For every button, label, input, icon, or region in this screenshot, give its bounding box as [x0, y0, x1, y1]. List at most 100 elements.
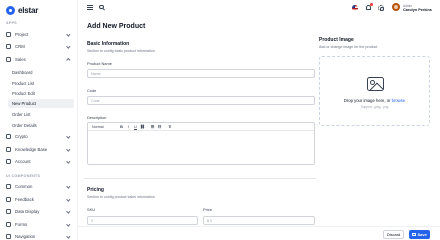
sidebar-subitem-order-details[interactable]: Order Details: [8, 121, 74, 130]
link-icon[interactable]: ⛓: [139, 124, 146, 129]
editor-toolbar: Normal B I U ⛓ ☰ ☷ T̸: [88, 123, 314, 131]
product-name-label: Product Name: [87, 61, 112, 66]
basic-info-title: Basic Information: [87, 41, 130, 47]
forms-icon: [6, 222, 11, 227]
price-input[interactable]: $ 0: [203, 216, 315, 225]
sku-input[interactable]: 0: [87, 216, 198, 225]
chevron-down-icon: [66, 209, 71, 213]
discard-button[interactable]: Discard: [383, 230, 404, 239]
sales-icon: [6, 57, 11, 62]
user-name[interactable]: Carolyn Perkins: [403, 8, 432, 12]
save-label: Save: [417, 232, 427, 237]
sidebar-item-label: Crypto: [15, 134, 28, 139]
chevron-down-icon: [66, 159, 71, 163]
basic-info-subtitle: Section to config basic product informat…: [87, 48, 155, 53]
price-label: Price: [203, 207, 212, 212]
product-image-subtitle: Add or change image for the product: [319, 44, 378, 49]
underline-button[interactable]: U: [132, 125, 139, 129]
sidebar-item-data-display[interactable]: Data Display: [4, 207, 74, 216]
section-title-ui-components: UI COMPONENTS: [6, 174, 41, 178]
feedback-icon: [6, 197, 11, 202]
product-image-title: Product Image: [319, 37, 354, 43]
sidebar-item-feedback[interactable]: Feedback: [4, 195, 74, 204]
pricing-subtitle: Section to config product sales informat…: [87, 195, 155, 199]
account-icon: [6, 159, 11, 164]
browse-link[interactable]: browse: [392, 98, 406, 103]
sidebar-subitem-dashboard[interactable]: Dashboard: [8, 68, 74, 77]
chevron-down-icon: [66, 32, 71, 36]
section-title-apps: APPS: [6, 21, 17, 25]
project-icon: [6, 32, 11, 37]
sidebar-item-label: Project: [15, 32, 29, 37]
chevron-down-icon: [66, 134, 71, 138]
chevron-down-icon: [66, 44, 71, 48]
avatar[interactable]: [392, 3, 400, 11]
chevron-down-icon: [66, 184, 71, 188]
sidebar-item-knowledge-base[interactable]: Knowledge Base: [4, 145, 74, 154]
chevron-down-icon: [66, 222, 71, 226]
clear-format-icon[interactable]: T̸: [166, 125, 173, 129]
sidebar-subitem-new-product[interactable]: New Product: [8, 99, 74, 108]
search-icon[interactable]: [99, 4, 104, 9]
sidebar-subitem-order-list[interactable]: Order List: [8, 110, 74, 119]
chevron-down-icon: [66, 147, 71, 151]
format-select[interactable]: Normal: [92, 125, 118, 129]
sidebar-item-crypto[interactable]: Crypto: [4, 132, 74, 141]
sidebar-subitem-product-edit[interactable]: Product Edit: [8, 89, 74, 98]
notification-dot: [370, 3, 373, 6]
code-input[interactable]: Code: [87, 96, 315, 105]
sidebar-item-sales[interactable]: Sales: [4, 55, 74, 64]
sidebar-item-label: Knowledge Base: [15, 147, 48, 152]
bullet-list-icon[interactable]: ☷: [156, 124, 163, 129]
pricing-title: Pricing: [87, 187, 104, 193]
sidebar-item-forms[interactable]: Forms: [4, 220, 74, 229]
sidebar-item-label: Forms: [15, 222, 28, 227]
code-label: Code: [87, 88, 97, 93]
book-icon: [6, 147, 11, 152]
brand-name: elstar: [18, 5, 39, 15]
sidebar-item-account[interactable]: Account: [4, 157, 74, 166]
brand[interactable]: elstar: [6, 4, 38, 16]
sidebar-item-label: Navigation: [15, 234, 36, 239]
sidebar-item-label: CRM: [15, 44, 25, 49]
italic-button[interactable]: I: [125, 125, 132, 129]
page-title: Add New Product: [87, 23, 146, 30]
navigation-icon: [6, 234, 11, 239]
bold-button[interactable]: B: [118, 125, 125, 129]
sidebar-item-label: Sales: [15, 57, 26, 62]
sidebar-item-crm[interactable]: CRM: [4, 42, 74, 51]
support-text: Support: .jpeg, .png: [360, 105, 389, 109]
top-header: Admin Carolyn Perkins: [78, 0, 440, 16]
image-icon: [367, 77, 384, 91]
gear-icon[interactable]: [378, 5, 384, 11]
chevron-down-icon: [66, 234, 71, 238]
image-upload-dropzone[interactable]: Drop your image here, or browse Support:…: [319, 56, 430, 126]
sidebar-subitem-product-list[interactable]: Product List: [8, 79, 74, 88]
sidebar-item-navigation[interactable]: Navigation: [4, 232, 74, 240]
sidebar-item-label: Feedback: [15, 197, 34, 202]
ordered-list-icon[interactable]: ☰: [149, 124, 156, 129]
product-name-input[interactable]: Name: [87, 69, 315, 78]
sidebar-item-project[interactable]: Project: [4, 30, 74, 39]
chevron-up-icon: [66, 58, 71, 62]
user-role: Admin: [403, 3, 413, 8]
menu-toggle-icon[interactable]: [87, 5, 93, 10]
us-flag-icon[interactable]: [352, 5, 358, 11]
sidebar: elstar APPS Project CRM Sales Dashboard …: [0, 0, 78, 240]
data-display-icon: [6, 209, 11, 214]
crm-icon: [6, 44, 11, 49]
drop-text-main: Drop your image here, or: [343, 98, 392, 103]
crypto-icon: [6, 134, 11, 139]
description-label: Description: [87, 114, 107, 120]
drop-text: Drop your image here, or browse: [320, 98, 429, 103]
sidebar-item-label: Common: [15, 184, 33, 189]
description-editor[interactable]: Normal B I U ⛓ ☰ ☷ T̸: [87, 122, 315, 165]
save-button[interactable]: Save: [409, 230, 430, 239]
sidebar-item-common[interactable]: Common: [4, 182, 74, 191]
common-icon: [6, 184, 11, 189]
save-icon: [412, 232, 416, 237]
chevron-down-icon: [66, 197, 71, 201]
section-divider: [84, 178, 316, 179]
brand-logo-icon: [6, 5, 15, 15]
sku-label: SKU: [87, 207, 95, 212]
